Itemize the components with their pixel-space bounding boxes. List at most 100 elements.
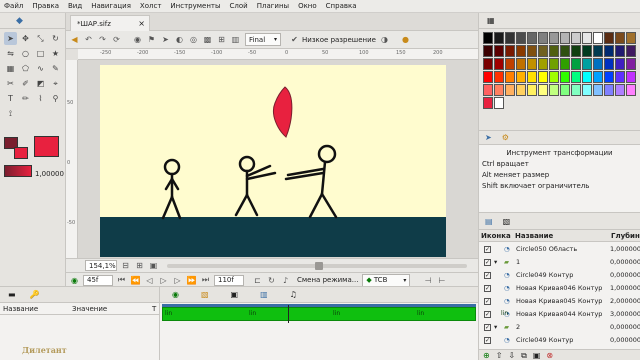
palette-color[interactable] [505,32,515,44]
palette-color[interactable] [615,32,625,44]
layer-visibility-checkbox[interactable]: ✓ [484,258,491,266]
prev-frame-icon[interactable]: ◁ [144,275,155,286]
palette-color[interactable] [527,58,537,70]
render-icon[interactable]: ◉ [132,34,143,45]
palette-color[interactable] [582,45,592,57]
circle-tool-icon[interactable]: ○ [19,47,32,60]
menu-item[interactable]: Инструменты [170,2,220,10]
palette-color[interactable] [604,71,614,83]
menu-item[interactable]: Навигация [91,2,131,10]
time-cursor[interactable] [288,305,289,323]
layer-visibility-checkbox[interactable]: ✓ [484,336,491,344]
palette-color[interactable] [483,58,493,70]
palette-color[interactable] [516,71,526,83]
palette-color[interactable] [571,45,581,57]
animation-mode-icon[interactable]: ◉ [69,275,80,286]
raise-layer-icon[interactable]: ⇧ [496,351,503,360]
width-tool-icon[interactable]: ✐ [19,77,32,90]
menu-item[interactable]: Слой [230,2,248,10]
palette-color[interactable] [483,97,493,109]
palette-color[interactable] [538,58,548,70]
palette-color[interactable] [615,58,625,70]
palette-color[interactable] [494,45,504,57]
palette-color[interactable] [527,84,537,96]
encapsulate-layer-icon[interactable]: ▣ [533,351,541,360]
layer-visibility-checkbox[interactable]: ✓ [484,271,491,279]
brush-size-value[interactable]: 1,00000 [35,170,64,178]
palette-color[interactable] [560,32,570,44]
cutout-tool-icon[interactable]: ✂ [4,77,17,90]
smooth-move-tool-icon[interactable]: ✥ [19,32,32,45]
star-tool-icon[interactable]: ★ [49,47,62,60]
palette-color[interactable] [516,84,526,96]
menu-item[interactable]: Окно [298,2,317,10]
palette-color[interactable] [538,71,548,83]
palette-color[interactable] [593,45,603,57]
palette-color[interactable] [549,45,559,57]
palette-color[interactable] [560,45,570,57]
palette-color[interactable] [626,32,636,44]
sketch-tool-icon[interactable]: ✏ [19,92,32,105]
eyedropper-tool-icon[interactable]: ⌖ [49,77,62,90]
palette-color[interactable] [604,58,614,70]
palette-color[interactable] [560,71,570,83]
seek-begin-icon[interactable]: ⏮ [116,275,127,286]
palette-color[interactable] [615,71,625,83]
mode-label[interactable]: Смена режима... [297,276,358,284]
close-tab-icon[interactable]: × [138,19,145,28]
palette-color[interactable] [604,45,614,57]
params-tab-icon[interactable]: ▬ [8,290,16,299]
play-icon[interactable]: ▷ [158,275,169,286]
palette-color[interactable] [494,32,504,44]
palette-color[interactable] [516,45,526,57]
palette-color[interactable] [593,71,603,83]
palette-color[interactable] [604,84,614,96]
interpolation-dropdown[interactable]: ◆ TCB ▾ [362,273,411,287]
keyframe-label[interactable]: lin [333,310,340,317]
palette-color[interactable] [549,84,559,96]
current-color-swatch[interactable] [34,136,59,157]
palette-color[interactable] [593,58,603,70]
palette-color[interactable] [626,58,636,70]
palette-color[interactable] [615,84,625,96]
low-resolution-label[interactable]: Низкое разрешение [302,36,376,44]
preview-icon[interactable]: ⚑ [146,34,157,45]
palette-color[interactable] [505,71,515,83]
layer-row[interactable]: ✓ ◔ Новая Кривая046 Контур 1,000000 [479,282,640,294]
mirror-tool-icon[interactable]: ⇋ [4,47,17,60]
guides-icon[interactable]: ◎ [188,34,199,45]
info-tab-icon[interactable]: ⚙ [502,133,509,142]
layer-visibility-checkbox[interactable]: ✓ [484,323,491,331]
scale-tool-icon[interactable]: ⤡ [34,32,47,45]
low-resolution-icon[interactable]: ✔ [289,34,300,45]
palette-color[interactable] [582,58,592,70]
keyframe-track[interactable]: lin lin lin lin lin [162,307,508,321]
rectangle-tool-icon[interactable]: □ [34,47,47,60]
document-tab[interactable]: *ШАР.sifz × [70,15,150,31]
layer-visibility-checkbox[interactable]: ✓ [484,310,491,318]
palette-color[interactable] [560,58,570,70]
next-keyframe-icon[interactable]: ⏩ [186,275,197,286]
menu-item[interactable]: Файл [4,2,23,10]
palette-color[interactable] [549,58,559,70]
back-arrow-icon[interactable]: ◀ [69,34,80,45]
seek-end-icon[interactable]: ⏭ [200,275,211,286]
prev-keyframe-icon[interactable]: ⏪ [130,275,141,286]
palette-color[interactable] [538,84,548,96]
layer-row[interactable]: ✓ ◔ Circle049 Контур 0,000000 [479,269,640,281]
palette-color[interactable] [549,32,559,44]
layer-row[interactable]: ✓ ▾ ▰ 2 0,000000 [479,321,640,333]
palette-color[interactable] [527,32,537,44]
palette-color[interactable] [571,84,581,96]
library-tab-icon[interactable]: ▧ [503,217,511,226]
zoom-field[interactable]: 154,1% [85,260,117,271]
palette-tab-icon[interactable]: ▦ [487,16,495,25]
canvas-browser-tab-icon[interactable]: ▣ [231,290,239,299]
fill-color-swatch[interactable] [14,147,28,159]
palette-color[interactable] [571,58,581,70]
palette-color[interactable] [571,71,581,83]
brush-tool-icon[interactable]: ⌇ [34,92,47,105]
current-frame-field[interactable]: 45f [83,274,113,286]
layer-visibility-checkbox[interactable]: ✓ [484,245,491,253]
undo-icon[interactable]: ↶ [83,34,94,45]
